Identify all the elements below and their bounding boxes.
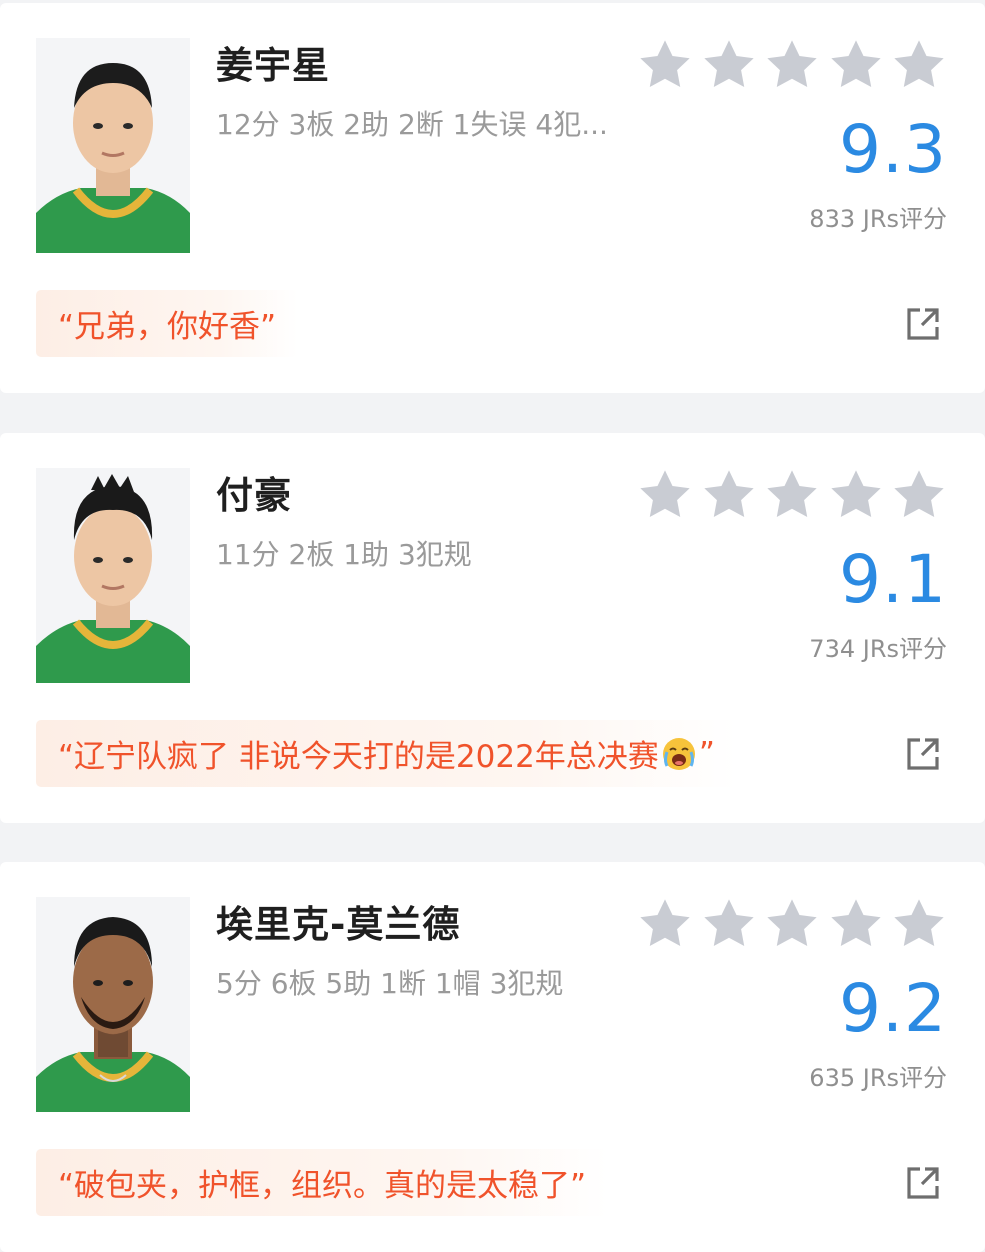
share-external-icon[interactable] [905, 1165, 941, 1201]
top-comment-text: “破包夹，护框，组织。真的是太稳了” [58, 1168, 587, 1204]
share-external-icon[interactable] [905, 736, 941, 772]
rating-count: 833 JRs评分 [809, 205, 947, 233]
top-comment[interactable]: “辽宁队疯了 非说今天打的是2022年总决赛 ” [36, 720, 737, 787]
player-stats: 11分 2板 1助 3犯规 [216, 538, 472, 571]
star-icon[interactable] [700, 895, 758, 953]
top-comment-text: “兄弟，你好香” [58, 309, 277, 345]
star-icon[interactable] [827, 36, 885, 94]
share-external-icon[interactable] [905, 306, 941, 342]
rating-score: 9.3 [839, 111, 947, 188]
player-name: 姜宇星 [216, 44, 330, 87]
star-icon[interactable] [890, 466, 948, 524]
rating-stars[interactable] [636, 36, 948, 94]
star-icon[interactable] [700, 466, 758, 524]
player-avatar [36, 897, 190, 1112]
top-comment[interactable]: “破包夹，护框，组织。真的是太稳了” [36, 1149, 609, 1216]
rating-count: 734 JRs评分 [809, 635, 947, 663]
player-name: 付豪 [216, 474, 292, 517]
top-comment[interactable]: “兄弟，你好香” [36, 290, 299, 357]
player-card[interactable]: 姜宇星 12分 3板 2助 2断 1失误 4犯... 9.3 833 JRs评分… [0, 3, 985, 393]
player-stats: 5分 6板 5助 1断 1帽 3犯规 [216, 967, 564, 1000]
star-icon[interactable] [827, 895, 885, 953]
player-card[interactable]: 付豪 11分 2板 1助 3犯规 9.1 734 JRs评分 “辽宁队疯了 非说… [0, 433, 985, 823]
rating-stars[interactable] [636, 895, 948, 953]
star-icon[interactable] [763, 36, 821, 94]
player-name: 埃里克-莫兰德 [216, 903, 461, 946]
star-icon[interactable] [890, 36, 948, 94]
star-icon[interactable] [700, 36, 758, 94]
rating-stars[interactable] [636, 466, 948, 524]
crying-face-icon [661, 736, 697, 772]
player-avatar [36, 468, 190, 683]
star-icon[interactable] [763, 895, 821, 953]
player-card[interactable]: 埃里克-莫兰德 5分 6板 5助 1断 1帽 3犯规 9.2 635 JRs评分… [0, 862, 985, 1252]
player-stats: 12分 3板 2助 2断 1失误 4犯... [216, 108, 608, 141]
top-comment-text: “辽宁队疯了 非说今天打的是2022年总决赛 [58, 739, 659, 775]
star-icon[interactable] [827, 466, 885, 524]
star-icon[interactable] [636, 895, 694, 953]
rating-count: 635 JRs评分 [809, 1064, 947, 1092]
player-avatar [36, 38, 190, 253]
rating-score: 9.2 [839, 970, 947, 1047]
star-icon[interactable] [636, 466, 694, 524]
star-icon[interactable] [890, 895, 948, 953]
star-icon[interactable] [636, 36, 694, 94]
top-comment-text-end: ” [698, 735, 715, 772]
rating-score: 9.1 [839, 541, 947, 618]
star-icon[interactable] [763, 466, 821, 524]
